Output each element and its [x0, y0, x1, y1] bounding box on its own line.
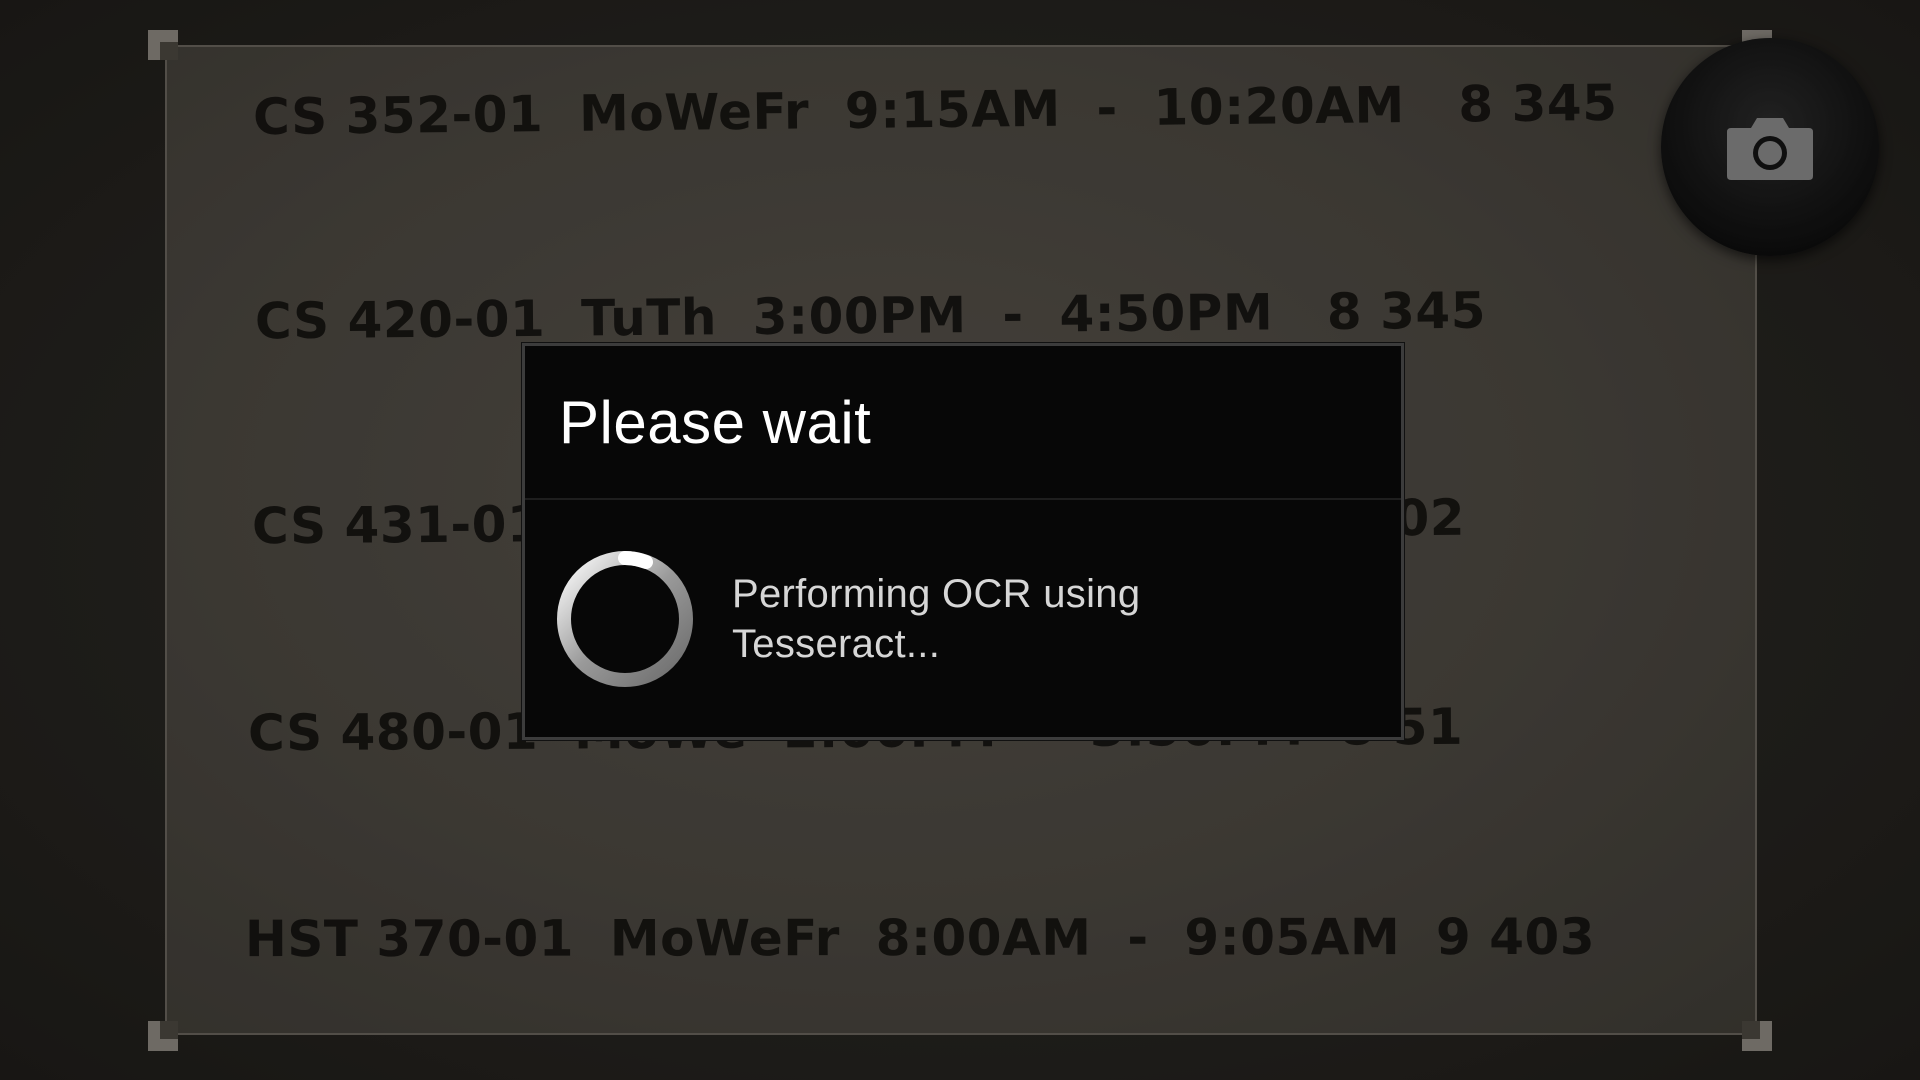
progress-spinner-icon — [557, 550, 693, 687]
dialog-body: Performing OCR using Tesseract... — [525, 500, 1401, 737]
dialog-title: Please wait — [525, 346, 1401, 500]
dialog-message: Performing OCR using Tesseract... — [732, 571, 1141, 666]
progress-dialog: Please wait Performing OCR using Tessera… — [522, 343, 1404, 740]
camera-screen: CS 352-01 MoWeFr 9:15AM - 10:20AM 8 345 … — [0, 0, 1920, 1080]
